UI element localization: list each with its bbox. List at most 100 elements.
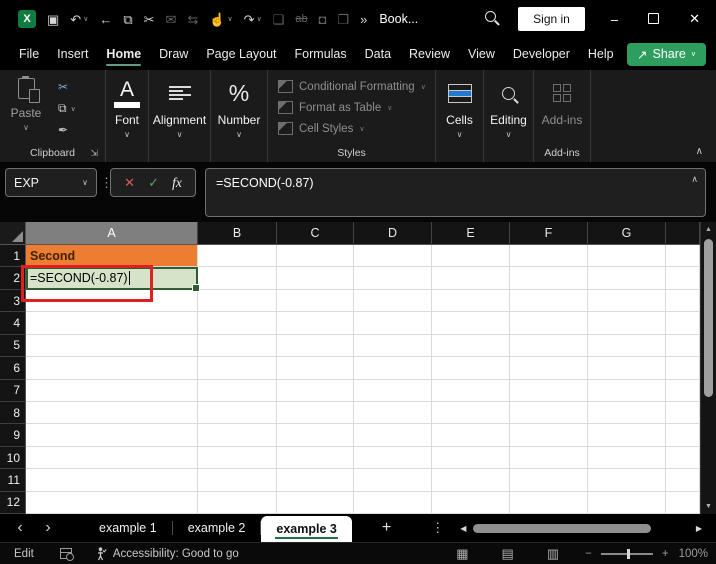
cell-b10[interactable] bbox=[198, 446, 277, 470]
cell-e2[interactable] bbox=[432, 267, 510, 290]
alignment-group-button[interactable]: Alignment ∨ bbox=[149, 70, 210, 162]
share-button[interactable]: ↗ Share ∨ bbox=[627, 42, 706, 66]
column-header-partial[interactable] bbox=[666, 222, 700, 245]
cell-b8[interactable] bbox=[198, 401, 277, 425]
zoom-in-icon[interactable]: + bbox=[662, 548, 669, 560]
cell-a10[interactable] bbox=[26, 446, 198, 470]
cell-a6[interactable] bbox=[26, 357, 198, 380]
sheet-nav-left-icon[interactable]: ‹ bbox=[12, 520, 28, 536]
zoom-slider-thumb[interactable] bbox=[626, 548, 630, 559]
cell-b3[interactable] bbox=[198, 289, 277, 313]
undo-icon[interactable]: ↶ ∨ bbox=[70, 13, 88, 26]
zoom-out-icon[interactable]: − bbox=[585, 548, 592, 560]
search-icon[interactable] bbox=[482, 9, 502, 29]
styles-item-cell-styles[interactable]: Cell Styles ∨ bbox=[268, 118, 435, 139]
cell-a9[interactable] bbox=[26, 424, 198, 447]
styles-item-conditional-formatting[interactable]: Conditional Formatting ∨ bbox=[268, 76, 435, 97]
document-search-icon[interactable]: ❐ bbox=[337, 13, 349, 26]
menu-tab-formulas[interactable]: Formulas bbox=[286, 38, 356, 70]
add-sheet-icon[interactable]: + bbox=[382, 519, 391, 537]
cell-f6[interactable] bbox=[510, 357, 588, 380]
cell-g1[interactable] bbox=[588, 245, 666, 268]
cell-e6[interactable] bbox=[432, 357, 510, 380]
sheet-tab-example-1[interactable]: example 1 bbox=[84, 514, 172, 542]
cell-partial[interactable] bbox=[666, 491, 700, 515]
cell-g5[interactable] bbox=[588, 334, 666, 358]
new-file-icon[interactable]: ❏ bbox=[273, 13, 285, 26]
cell-partial[interactable] bbox=[666, 357, 700, 380]
mail-icon[interactable]: ✉ bbox=[166, 13, 177, 26]
menu-tab-data[interactable]: Data bbox=[356, 38, 400, 70]
cell-b6[interactable] bbox=[198, 357, 277, 380]
select-all-corner[interactable] bbox=[0, 222, 26, 245]
cell-partial[interactable] bbox=[666, 401, 700, 425]
cell-partial[interactable] bbox=[666, 245, 700, 268]
cell-b7[interactable] bbox=[198, 379, 277, 402]
cell-c3[interactable] bbox=[277, 289, 354, 313]
cell-c6[interactable] bbox=[277, 357, 354, 380]
cell-a8[interactable] bbox=[26, 401, 198, 425]
cell-partial[interactable] bbox=[666, 334, 700, 358]
cell-a1[interactable]: Second bbox=[26, 245, 198, 268]
row-header-1[interactable]: 1 bbox=[0, 245, 26, 268]
cell-b5[interactable] bbox=[198, 334, 277, 358]
horizontal-scrollbar-thumb[interactable] bbox=[473, 523, 651, 533]
vertical-scrollbar[interactable]: ▲ ▼ bbox=[700, 222, 716, 514]
cut-icon[interactable]: ✂ bbox=[144, 13, 155, 26]
zoom-level[interactable]: 100% bbox=[679, 548, 708, 560]
column-header-d[interactable]: D bbox=[354, 222, 432, 245]
cell-g2[interactable] bbox=[588, 267, 666, 290]
cell-g6[interactable] bbox=[588, 357, 666, 380]
cell-e7[interactable] bbox=[432, 379, 510, 402]
cell-a7[interactable] bbox=[26, 379, 198, 402]
touch-mode-icon[interactable]: ☝ ∨ bbox=[209, 13, 232, 26]
cell-f10[interactable] bbox=[510, 446, 588, 470]
sync-icon[interactable]: ⇆ bbox=[187, 13, 198, 26]
zoom-slider[interactable] bbox=[600, 548, 653, 559]
row-header-5[interactable]: 5 bbox=[0, 334, 26, 358]
cell-f7[interactable] bbox=[510, 379, 588, 402]
cell-b12[interactable] bbox=[198, 491, 277, 515]
vertical-scrollbar-thumb[interactable] bbox=[704, 239, 713, 397]
scroll-down-icon[interactable]: ▼ bbox=[701, 503, 716, 510]
cell-f5[interactable] bbox=[510, 334, 588, 358]
cell-d3[interactable] bbox=[354, 289, 432, 313]
cell-partial[interactable] bbox=[666, 379, 700, 402]
cell-c1[interactable] bbox=[277, 245, 354, 268]
cell-partial[interactable] bbox=[666, 424, 700, 447]
column-header-a[interactable]: A bbox=[26, 222, 198, 245]
cell-d5[interactable] bbox=[354, 334, 432, 358]
cell-f9[interactable] bbox=[510, 424, 588, 447]
macro-record-icon[interactable] bbox=[59, 548, 74, 561]
menu-tab-page-layout[interactable]: Page Layout bbox=[197, 38, 285, 70]
menu-tab-help[interactable]: Help bbox=[579, 38, 623, 70]
menu-tab-review[interactable]: Review bbox=[400, 38, 459, 70]
format-painter-icon[interactable]: ✒ bbox=[58, 123, 76, 137]
cell-e10[interactable] bbox=[432, 446, 510, 470]
cell-e12[interactable] bbox=[432, 491, 510, 515]
camera-icon[interactable]: ◘ bbox=[319, 13, 327, 26]
cell-e4[interactable] bbox=[432, 312, 510, 335]
cell-b9[interactable] bbox=[198, 424, 277, 447]
cell-d12[interactable] bbox=[354, 491, 432, 515]
font-group-button[interactable]: A Font ∨ bbox=[106, 70, 148, 162]
cell-c5[interactable] bbox=[277, 334, 354, 358]
menu-tab-view[interactable]: View bbox=[459, 38, 504, 70]
copy-button[interactable]: ⧉ ∨ bbox=[58, 101, 76, 116]
column-header-g[interactable]: G bbox=[588, 222, 666, 245]
cell-b4[interactable] bbox=[198, 312, 277, 335]
strikethrough-icon[interactable]: ab bbox=[295, 13, 307, 25]
cell-d7[interactable] bbox=[354, 379, 432, 402]
row-header-8[interactable]: 8 bbox=[0, 401, 26, 425]
cell-f11[interactable] bbox=[510, 469, 588, 492]
cell-f3[interactable] bbox=[510, 289, 588, 313]
menu-tab-developer[interactable]: Developer bbox=[504, 38, 579, 70]
more-commands-icon[interactable]: » bbox=[360, 13, 367, 26]
cell-c9[interactable] bbox=[277, 424, 354, 447]
page-layout-view-icon[interactable]: ▤ bbox=[502, 546, 514, 562]
cell-partial[interactable] bbox=[666, 267, 700, 290]
cell-a4[interactable] bbox=[26, 312, 198, 335]
cell-c2[interactable] bbox=[277, 267, 354, 290]
row-header-3[interactable]: 3 bbox=[0, 289, 26, 313]
cell-g9[interactable] bbox=[588, 424, 666, 447]
